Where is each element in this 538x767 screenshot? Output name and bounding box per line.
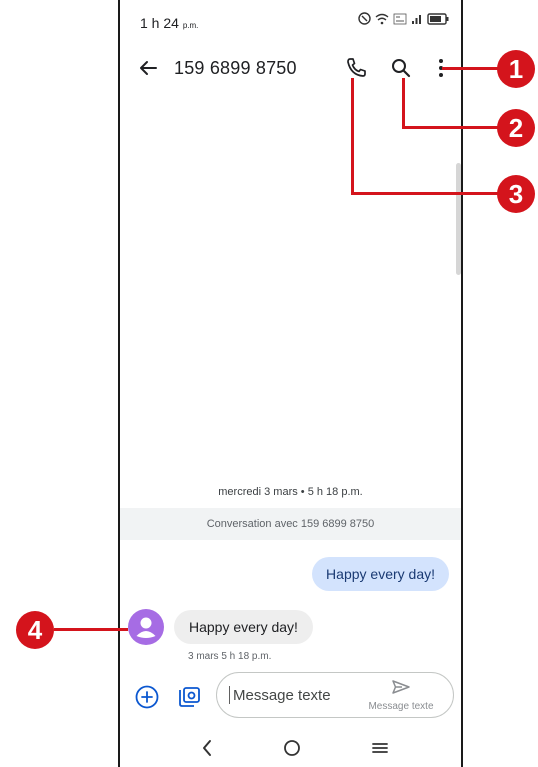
callout-3-leader-vertical [351,78,354,195]
nav-home-icon[interactable] [282,738,302,758]
callout-3: 3 [497,175,535,213]
contact-title: 159 6899 8750 [174,58,297,78]
incoming-message-timestamp: 3 mars 5 h 18 p.m. [188,651,272,662]
callout-4-leader [54,628,128,631]
send-button[interactable]: Message texte [361,679,441,715]
send-button-label: Message texte [368,701,434,712]
volte-icon [393,13,407,24]
status-time-suffix: p.m. [182,21,199,30]
top-app-bar: 159 6899 8750 [120,42,461,94]
callout-4: 4 [16,611,54,649]
back-arrow-icon[interactable] [134,54,162,82]
battery-icon [427,12,449,25]
text-cursor [229,686,230,704]
callout-2-leader-horizontal [402,126,499,129]
status-icons [358,12,449,25]
send-icon [392,680,410,694]
status-time: 1 h 24 p.m. [140,15,198,31]
phone-call-icon[interactable] [342,54,370,82]
wifi-icon [375,13,389,24]
callout-3-leader-horizontal [351,192,499,195]
callout-2: 2 [497,109,535,147]
nav-back-icon[interactable] [198,736,216,760]
compose-placeholder: Message texte [233,687,331,704]
nav-menu-icon[interactable] [370,740,390,756]
add-attachment-icon[interactable] [134,684,160,710]
gallery-camera-icon[interactable] [176,684,202,710]
callout-2-leader-vertical [402,78,405,129]
conversation-banner: Conversation avec 159 6899 8750 [120,508,461,540]
signal-icon [412,14,421,24]
date-divider: mercredi 3 mars • 5 h 18 p.m. [218,486,363,498]
search-icon[interactable] [387,54,415,82]
status-time-value: 1 h 24 [140,15,179,31]
contact-avatar[interactable] [128,609,164,645]
callout-1-leader [442,67,499,70]
nfc-icon [358,12,371,25]
incoming-message-bubble[interactable]: Happy every day! [174,610,313,644]
person-icon [136,617,156,638]
scrollbar[interactable] [456,163,461,275]
outgoing-message-bubble[interactable]: Happy every day! [312,557,449,591]
phone-screen: 1 h 24 p.m. 159 6899 8750 mercredi 3 mar… [118,0,463,767]
message-compose-field[interactable]: Message texte Message texte [216,672,454,718]
status-bar: 1 h 24 p.m. [120,0,461,42]
callout-1: 1 [497,50,535,88]
